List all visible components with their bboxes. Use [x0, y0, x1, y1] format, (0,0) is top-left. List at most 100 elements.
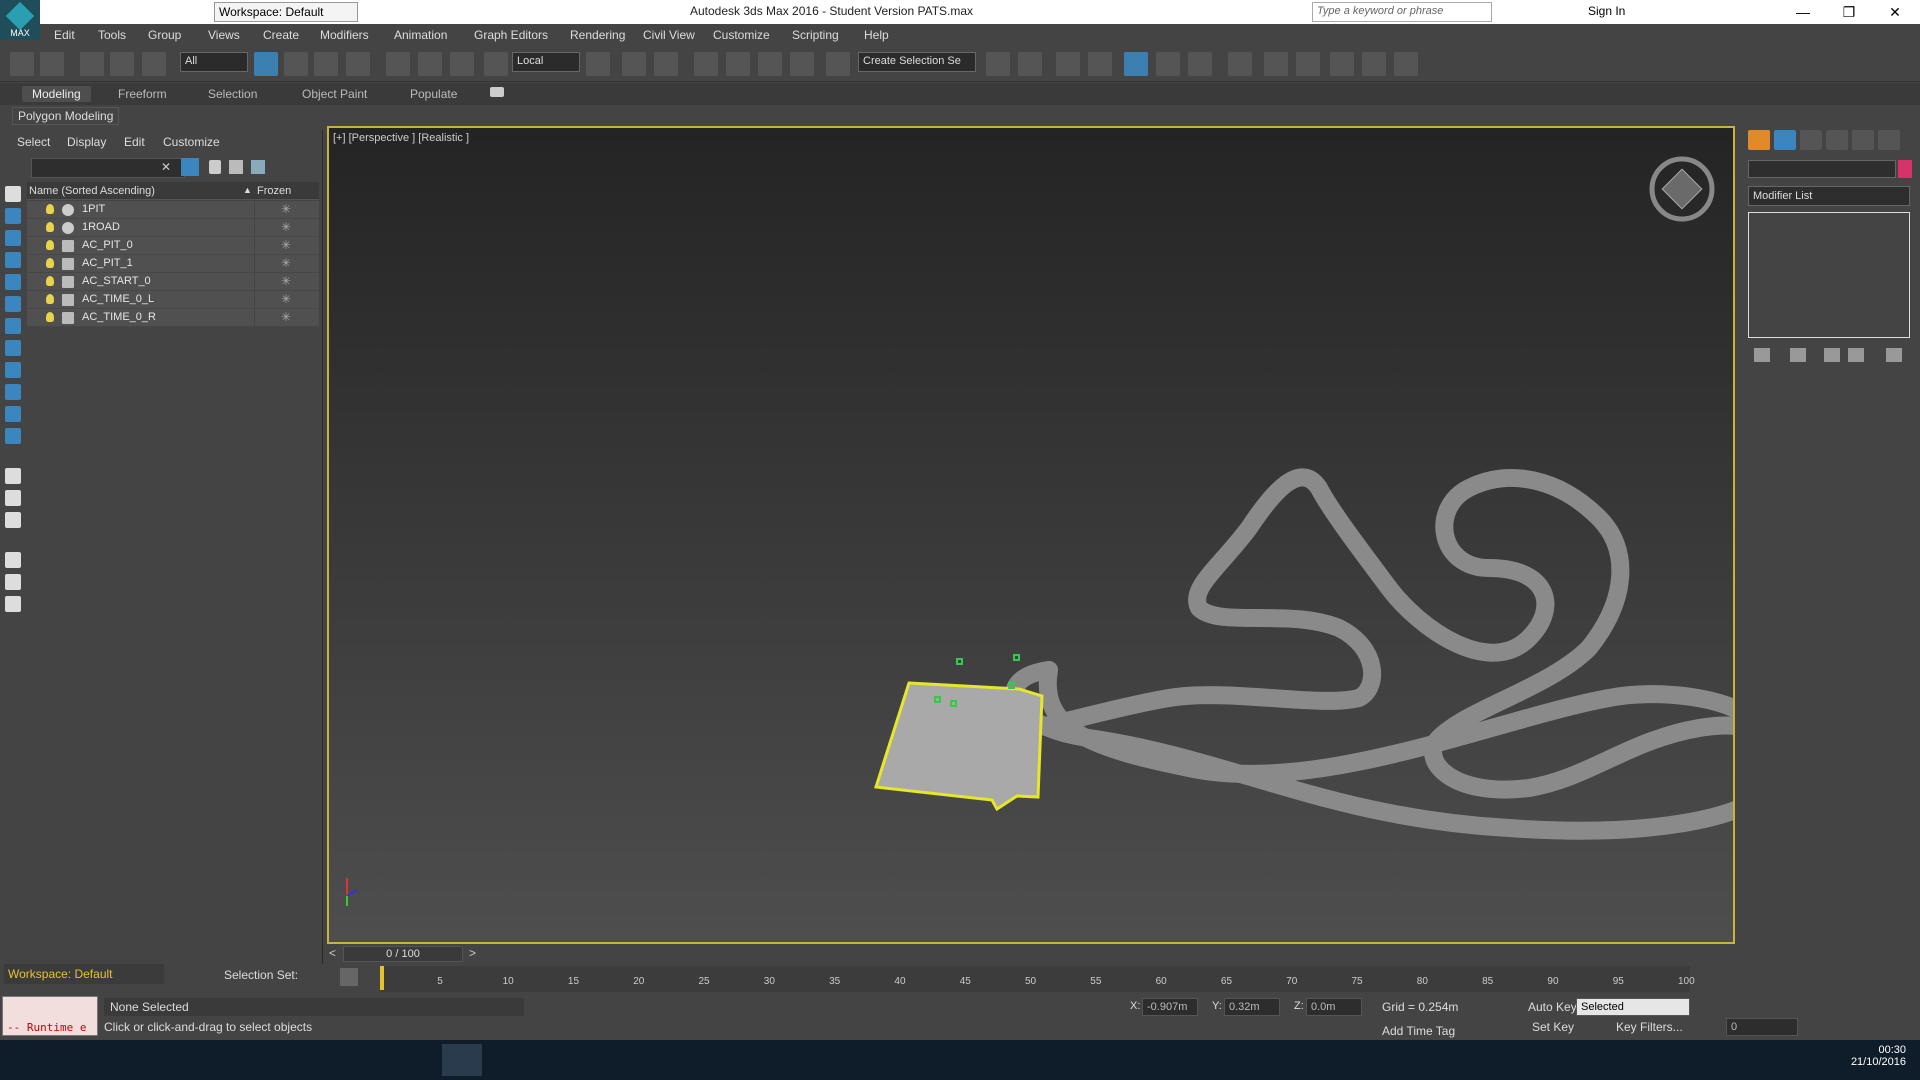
sort-icon[interactable] — [5, 574, 21, 590]
freeze-icon[interactable]: ✳ — [281, 274, 291, 288]
make-unique-icon[interactable] — [1824, 348, 1840, 362]
sort-ascending-icon[interactable]: ▲ — [243, 185, 252, 195]
display-spacewarps-icon[interactable] — [5, 318, 21, 334]
display-none-icon[interactable] — [5, 186, 21, 202]
z-coordinate-field[interactable]: 0.0m — [1306, 998, 1362, 1016]
time-slider[interactable]: 0 / 100 — [343, 946, 463, 962]
object-name-field[interactable] — [1748, 160, 1896, 178]
display-xrefs-icon[interactable] — [5, 362, 21, 378]
workspace-selector[interactable]: Workspace: Default — [4, 964, 164, 984]
modifier-stack[interactable] — [1748, 212, 1910, 338]
display-children-icon[interactable] — [5, 512, 21, 528]
prev-frame-icon[interactable]: < — [329, 946, 336, 960]
select-object-icon[interactable] — [254, 52, 278, 76]
keyboard-shortcut-icon[interactable] — [654, 52, 678, 76]
freeze-icon[interactable]: ✳ — [281, 310, 291, 324]
ref-coord-dropdown[interactable]: Local — [512, 52, 580, 72]
percent-snap-icon[interactable] — [758, 52, 782, 76]
menu-edit[interactable]: Edit — [54, 28, 75, 42]
search-input[interactable]: Type a keyword or phrase — [1312, 2, 1492, 22]
options-icon[interactable] — [5, 596, 21, 612]
move-icon[interactable] — [386, 52, 410, 76]
photos-icon[interactable] — [296, 1044, 336, 1076]
edge-icon[interactable] — [150, 1044, 190, 1076]
key-mode-dropdown[interactable]: Selected — [1576, 998, 1690, 1016]
search-icon[interactable] — [52, 1044, 92, 1076]
freeze-icon[interactable]: ✳ — [281, 202, 291, 216]
sync-selection-icon[interactable] — [251, 160, 265, 174]
tab-populate[interactable]: Populate — [400, 86, 467, 102]
file-explorer-icon[interactable] — [198, 1044, 238, 1076]
display-tab-icon[interactable] — [1852, 130, 1874, 150]
task-view-icon[interactable] — [100, 1044, 140, 1076]
display-containers-icon[interactable] — [5, 406, 21, 422]
select-by-name-icon[interactable] — [284, 52, 308, 76]
tab-modeling[interactable]: Modeling — [22, 86, 91, 102]
tab-selection[interactable]: Selection — [198, 86, 267, 102]
align-icon[interactable] — [1018, 52, 1042, 76]
snaps-toggle-icon[interactable] — [694, 52, 718, 76]
next-frame-icon[interactable]: > — [469, 946, 476, 960]
undo-icon[interactable] — [10, 52, 34, 76]
menu-graph-editors[interactable]: Graph Editors — [474, 28, 548, 42]
named-selection-dropdown[interactable]: Create Selection Se — [858, 52, 976, 72]
a360-render-icon[interactable] — [1394, 52, 1418, 76]
app-icon[interactable] — [540, 1044, 580, 1076]
store-icon[interactable] — [246, 1044, 286, 1076]
visibility-bulb-icon[interactable] — [46, 204, 54, 214]
polygon-modeling-panel[interactable]: Polygon Modeling — [12, 107, 120, 125]
table-row[interactable]: AC_TIME_0_R ✳ — [27, 309, 319, 327]
rotate-icon[interactable] — [418, 52, 442, 76]
menu-tools[interactable]: Tools — [98, 28, 126, 42]
display-geometry-icon[interactable] — [5, 208, 21, 224]
curve-editor-icon[interactable] — [1156, 52, 1180, 76]
y-coordinate-field[interactable]: 0.32m — [1224, 998, 1280, 1016]
explorer-menu-edit[interactable]: Edit — [124, 135, 145, 149]
pin-stack-icon[interactable] — [1754, 348, 1770, 362]
explorer-menu-customize[interactable]: Customize — [163, 135, 220, 149]
current-frame-field[interactable]: 0 — [1726, 1018, 1798, 1036]
menu-modifiers[interactable]: Modifiers — [320, 28, 369, 42]
layer-explorer-icon[interactable] — [1056, 52, 1080, 76]
spinner-snap-icon[interactable] — [790, 52, 814, 76]
x-coordinate-field[interactable]: -0.907m — [1142, 998, 1198, 1016]
track-bar-toggle-icon[interactable] — [340, 968, 358, 986]
workspace-dropdown[interactable]: Workspace: Default — [214, 2, 358, 22]
display-lights-icon[interactable] — [5, 252, 21, 268]
table-row[interactable]: 1PIT ✳ — [27, 201, 319, 219]
table-row[interactable]: AC_PIT_0 ✳ — [27, 237, 319, 255]
create-tab-icon[interactable] — [1748, 130, 1770, 150]
display-all-icon[interactable] — [5, 468, 21, 484]
placement-icon[interactable] — [484, 52, 508, 76]
visibility-bulb-icon[interactable] — [46, 294, 54, 304]
start-icon[interactable] — [4, 1044, 44, 1076]
current-frame-marker[interactable] — [380, 966, 384, 990]
add-time-tag-button[interactable]: Add Time Tag — [1382, 1024, 1455, 1038]
menu-customize[interactable]: Customize — [713, 28, 770, 42]
bind-space-warp-icon[interactable] — [142, 52, 166, 76]
close-button[interactable]: ✕ — [1872, 0, 1918, 24]
unlink-icon[interactable] — [110, 52, 134, 76]
menu-scripting[interactable]: Scripting — [792, 28, 839, 42]
perspective-viewport[interactable]: [+] [Perspective ] [Realistic ] — [327, 126, 1735, 944]
tab-object-paint[interactable]: Object Paint — [292, 86, 377, 102]
freeze-icon[interactable]: ✳ — [281, 220, 291, 234]
render-setup-icon[interactable] — [1264, 52, 1288, 76]
menu-views[interactable]: Views — [208, 28, 240, 42]
sign-in-link[interactable]: Sign In — [1588, 4, 1625, 18]
menu-civil-view[interactable]: Civil View — [643, 28, 695, 42]
menu-rendering[interactable]: Rendering — [570, 28, 625, 42]
app-logo[interactable]: MAX — [0, 0, 40, 40]
motion-tab-icon[interactable] — [1826, 130, 1848, 150]
system-clock[interactable]: 00:30 21/10/2016 — [1851, 1044, 1906, 1068]
remove-modifier-icon[interactable] — [1848, 348, 1864, 362]
visibility-bulb-icon[interactable] — [46, 258, 54, 268]
modify-tab-icon[interactable] — [1774, 130, 1796, 150]
mirror-icon[interactable] — [986, 52, 1010, 76]
display-frozen-icon[interactable] — [5, 428, 21, 444]
angle-snap-icon[interactable] — [726, 52, 750, 76]
display-cameras-icon[interactable] — [5, 274, 21, 290]
redo-icon[interactable] — [40, 52, 64, 76]
select-manipulate-icon[interactable] — [622, 52, 646, 76]
table-row[interactable]: AC_PIT_1 ✳ — [27, 255, 319, 273]
